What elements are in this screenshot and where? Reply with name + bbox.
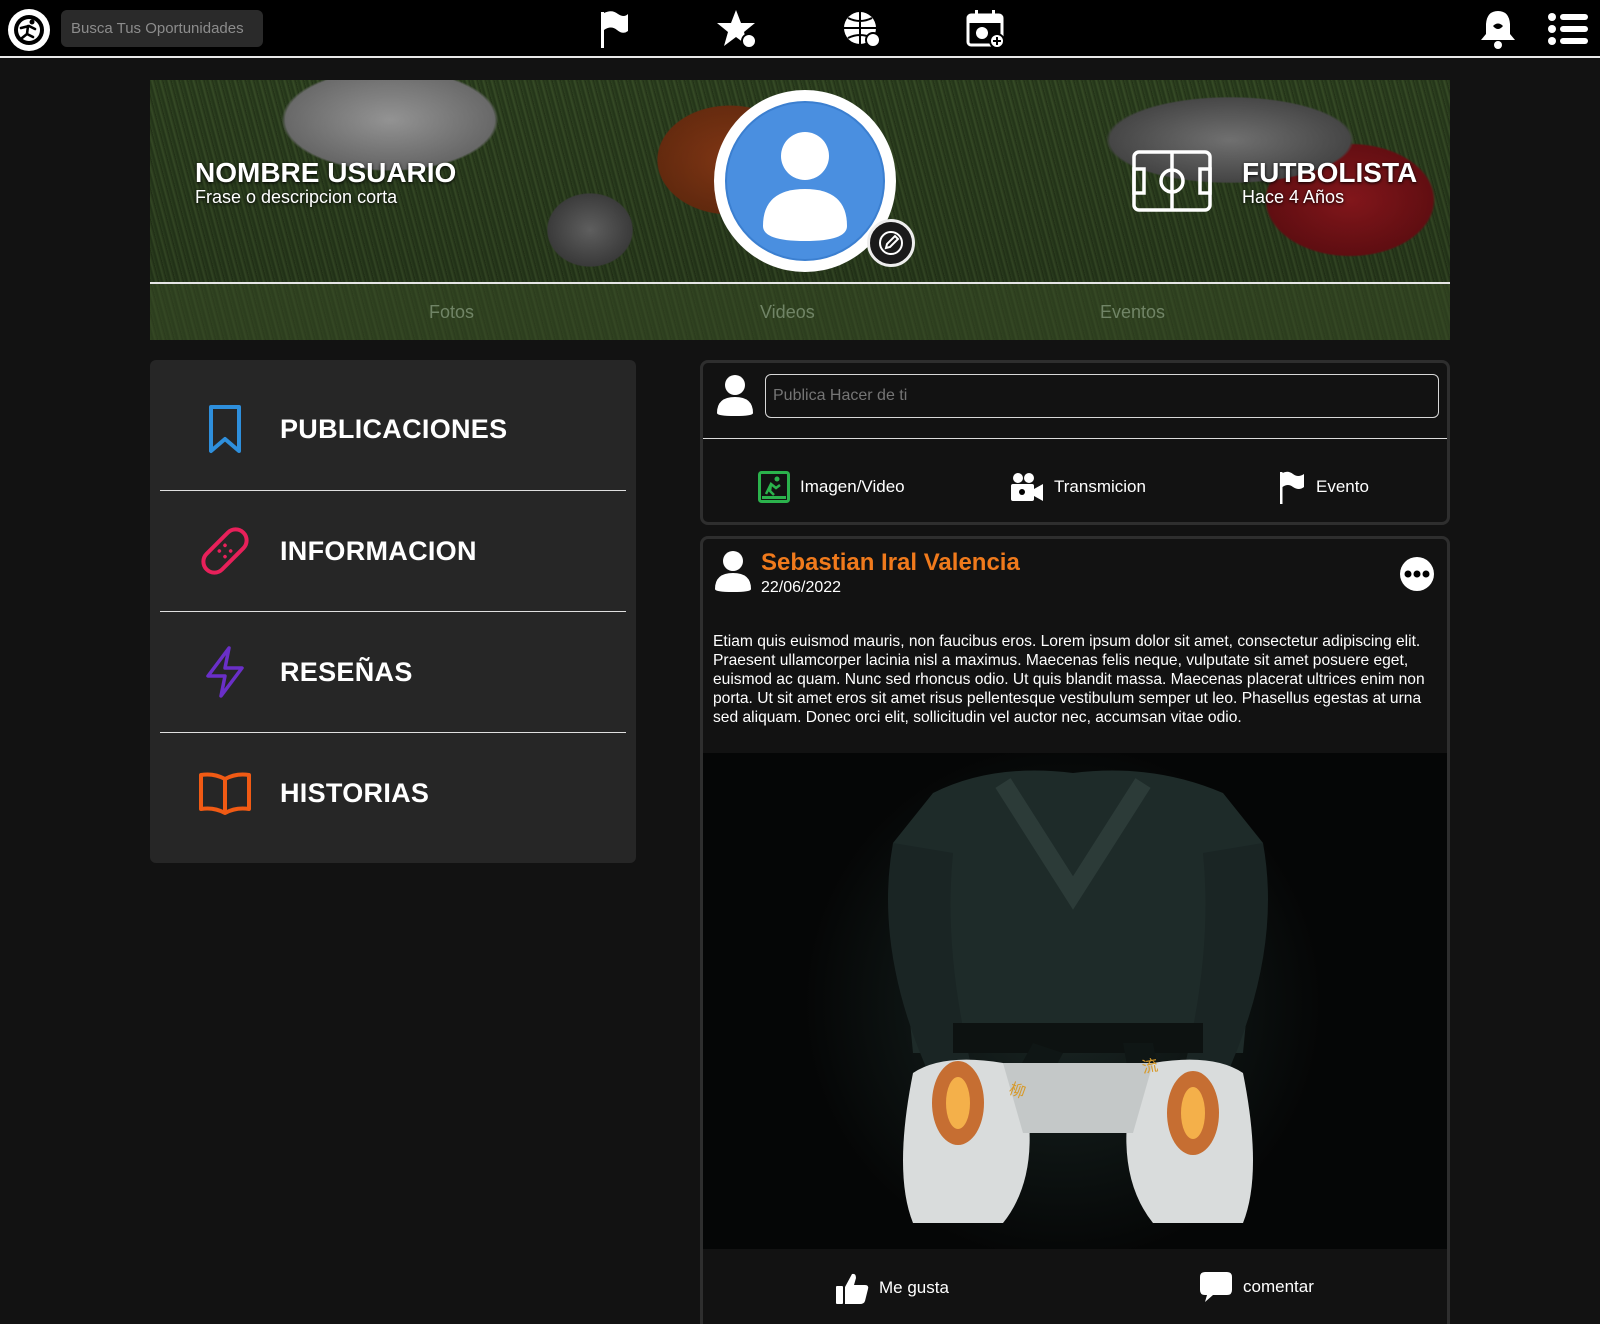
profile-sidebar-menu: PUBLICACIONES INFORMACION RESEÑAS HISTOR… [150,360,636,863]
post-options-button[interactable] [1400,557,1434,591]
sport-time: Hace 4 Años [1242,187,1345,207]
more-options-icon [1404,570,1430,578]
tab-fotos[interactable]: Fotos [429,302,474,323]
sidebar-item-label: INFORMACION [280,535,477,566]
flag-icon[interactable] [592,7,636,51]
video-camera-icon [1011,473,1043,501]
sidebar-item-label: HISTORIAS [280,777,430,808]
image-video-icon [758,471,790,503]
start-stream-button[interactable]: Transmicion [1010,470,1146,504]
menu-list-icon[interactable] [1546,7,1590,51]
post-composer: Imagen/Video Transmicion Evento [700,360,1450,525]
composer-input[interactable] [765,374,1439,418]
lightning-icon [195,642,255,702]
tab-eventos[interactable]: Eventos [1100,302,1165,323]
karate-photo: 柳 流 [888,770,1268,1223]
bell-icon[interactable] [1476,7,1520,51]
event-label: Evento [1316,477,1369,496]
user-icon [717,375,753,416]
comment-bubble-icon [1200,1272,1232,1302]
thumbs-up-icon [836,1273,869,1304]
comment-button[interactable]: comentar [1199,1271,1314,1303]
comment-label: comentar [1243,1277,1314,1296]
user-phrase: Frase o descripcion corta [195,187,398,207]
post-card: Sebastian Iral Valencia 22/06/2022 Etiam… [700,536,1450,1324]
edit-avatar-button[interactable] [867,219,915,267]
sidebar-item-historias[interactable]: HISTORIAS [160,733,626,853]
user-name: NOMBRE USUARIO [195,157,457,188]
media-label: Imagen/Video [800,477,905,496]
soccer-field-icon [1132,150,1212,212]
stream-label: Transmicion [1054,477,1146,496]
tab-videos[interactable]: Videos [760,302,815,323]
composer-divider [703,438,1447,439]
svg-text:流: 流 [1140,1055,1159,1076]
post-body: Etiam quis euismod mauris, non faucibus … [713,633,1425,726]
bandage-icon [195,521,255,581]
search-input[interactable] [61,10,263,47]
sidebar-item-resenas[interactable]: RESEÑAS [160,612,626,732]
sport-name: FUTBOLISTA [1242,157,1418,188]
calendar-add-icon[interactable] [964,7,1008,51]
create-event-button[interactable]: Evento [1278,470,1369,504]
star-icon[interactable] [716,7,760,51]
author-avatar-icon [715,551,751,592]
sidebar-item-label: RESEÑAS [280,656,413,687]
sidebar-item-informacion[interactable]: INFORMACION [160,491,626,611]
avatar-placeholder-icon [725,101,885,261]
post-date: 22/06/2022 [761,579,842,596]
like-button[interactable]: Me gusta [835,1271,949,1305]
open-book-icon [195,763,255,823]
bookmark-icon [195,399,255,459]
like-label: Me gusta [879,1278,949,1297]
add-media-button[interactable]: Imagen/Video [758,470,905,504]
sports-globe-icon[interactable] [840,7,884,51]
app-logo-icon[interactable] [6,7,52,53]
flag-icon [1280,471,1304,504]
post-image[interactable]: 柳 流 [703,753,1447,1249]
edit-pencil-icon [879,231,903,255]
top-navigation-bar [0,0,1600,58]
sidebar-item-label: PUBLICACIONES [280,413,508,444]
sidebar-item-publicaciones[interactable]: PUBLICACIONES [160,369,626,489]
post-actions-bar: Me gusta comentar [703,1249,1447,1324]
post-author[interactable]: Sebastian Iral Valencia [761,549,1020,577]
